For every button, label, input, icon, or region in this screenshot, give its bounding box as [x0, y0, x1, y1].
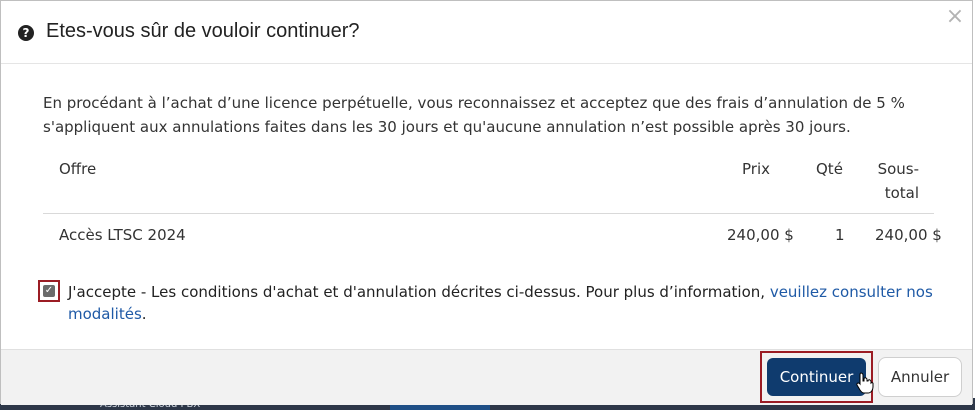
accept-terms-text: J'accepte - Les conditions d'achat et d'… [68, 283, 770, 301]
column-header-prix: Prix [742, 160, 770, 178]
accept-checkbox-highlight[interactable]: ✓ [38, 280, 60, 302]
cell-sous-total: 240,00 $ [875, 226, 942, 244]
dialog-title: Etes-vous sûr de vouloir continuer? [46, 20, 360, 42]
hand-cursor-icon [856, 372, 874, 394]
accept-terms-label: J'accepte - Les conditions d'achat et d'… [68, 281, 938, 325]
cell-qte: 1 [835, 226, 845, 244]
column-header-sous-total: Sous-total [877, 160, 919, 202]
accept-terms-period: . [141, 305, 147, 323]
confirm-dialog: ? Etes-vous sûr de vouloir continuer? × … [0, 0, 973, 405]
continue-button[interactable]: Continuer [767, 358, 866, 396]
cancel-button[interactable]: Annuler [878, 357, 962, 397]
column-header-qte: Qté [816, 160, 843, 178]
accept-checkbox[interactable]: ✓ [43, 285, 55, 297]
cell-offre: Accès LTSC 2024 [59, 226, 186, 244]
cancellation-notice: En procédant à l’achat d’une licence per… [43, 94, 905, 136]
column-header-offre: Offre [59, 160, 97, 178]
dialog-header: ? Etes-vous sûr de vouloir continuer? × [1, 1, 972, 64]
close-icon[interactable]: × [945, 6, 965, 28]
table-divider [43, 213, 934, 214]
cell-prix: 240,00 $ [727, 226, 794, 244]
question-circle-icon: ? [18, 25, 34, 41]
